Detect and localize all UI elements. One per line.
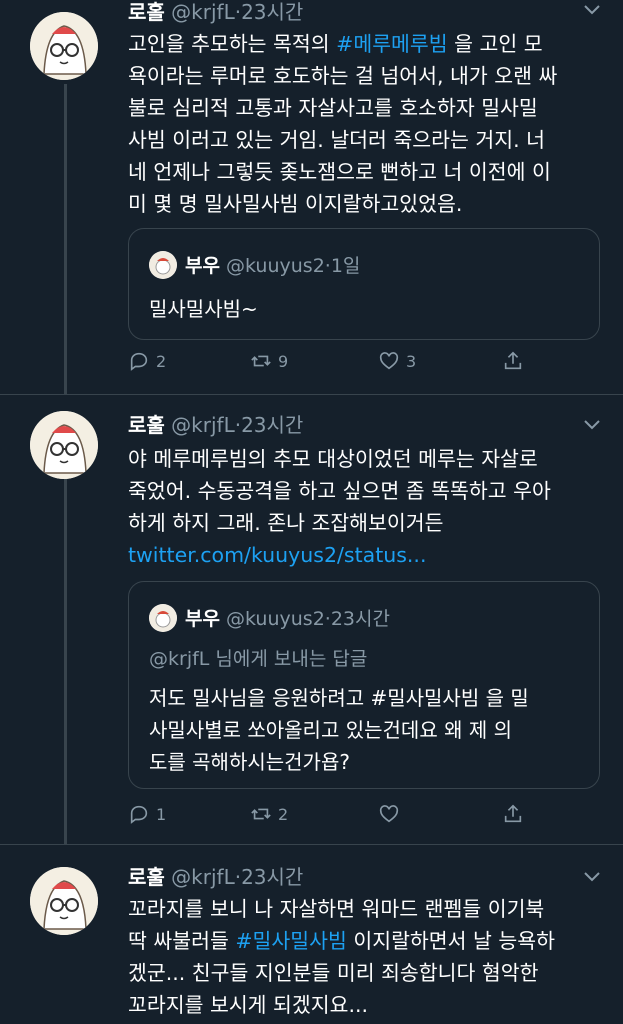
retweet-icon	[251, 808, 271, 820]
share-button[interactable]	[502, 350, 530, 372]
hashtag-link[interactable]: #밀사밀사빔	[235, 929, 346, 953]
display-name[interactable]: 로훌	[128, 865, 165, 889]
display-name[interactable]: 로홀	[128, 0, 165, 24]
like-button[interactable]: 3	[378, 350, 416, 372]
user-handle[interactable]: @krjfL	[171, 413, 235, 437]
quoted-tweet[interactable]: 부우 @kuuyus2·1일 밀사밀사빔~	[128, 228, 600, 340]
user-handle[interactable]: @krjfL	[171, 0, 235, 24]
text-segment: 고인을 추모하는 목적의	[128, 32, 337, 56]
quote-text: 밀사밀사빔~	[149, 297, 258, 321]
quote-header: 부우 @kuuyus2·1일	[185, 251, 360, 278]
like-button[interactable]	[378, 803, 406, 825]
user-handle[interactable]: @krjfL	[171, 865, 235, 889]
chevron-down-icon[interactable]	[583, 0, 601, 21]
timestamp: 1일	[330, 255, 361, 277]
display-name[interactable]: 로훌	[128, 413, 165, 437]
avatar[interactable]	[30, 12, 98, 80]
retweet-button[interactable]: 9	[250, 350, 288, 372]
display-name: 부우	[185, 608, 220, 630]
tweet-text: 야 메루메루빔의 추모 대상이었던 메루는 자살로 죽었어. 수동공격을 하고 …	[128, 443, 598, 571]
text-segment: 야 메루메루빔의 추모 대상이었던 메루는 자살로 죽었어. 수동공격을 하고 …	[128, 447, 551, 535]
retweet-button[interactable]: 2	[250, 803, 288, 825]
avatar	[149, 251, 177, 279]
like-count: 3	[406, 351, 417, 371]
share-button[interactable]	[502, 803, 530, 825]
tweet-actions: 2 9 3	[128, 350, 548, 380]
thread-line	[64, 84, 67, 395]
tweet-link[interactable]: twitter.com/kuuyus2/status...	[128, 543, 426, 567]
timestamp[interactable]: 23시간	[241, 413, 303, 437]
user-handle: @kuuyus2	[226, 255, 325, 277]
chevron-down-icon[interactable]	[583, 415, 601, 436]
reply-button[interactable]: 1	[128, 803, 166, 825]
text-segment: 을 고인 모 욕이라는 루머로 호도하는 걸 넘어서, 내가 오랜 싸 불로 심…	[128, 32, 558, 216]
retweet-icon	[251, 355, 271, 367]
hashtag-link[interactable]: #메루메루빔	[336, 32, 447, 56]
avatar[interactable]	[30, 867, 98, 935]
share-icon	[504, 351, 522, 370]
chevron-down-icon[interactable]	[583, 867, 601, 888]
tweet-1[interactable]: 로홀 @krjfL·23시간 고인을 추모하는 목적의 #메루메루빔 을 고인 …	[0, 0, 623, 395]
timestamp: 23시간	[330, 608, 390, 630]
reply-to-label: @krjfL 님에게 보내는 답글	[149, 648, 368, 670]
thread-line	[64, 479, 67, 845]
tweet-2[interactable]: 로훌 @krjfL·23시간 야 메루메루빔의 추모 대상이었던 메루는 자살로…	[0, 395, 623, 845]
tweet-header: 로훌 @krjfL·23시간	[128, 861, 303, 890]
tweet-header: 로훌 @krjfL·23시간	[128, 409, 303, 438]
tweet-3[interactable]: 로훌 @krjfL·23시간 꼬라지를 보니 나 자살하면 워마드 랜펨들 이기…	[0, 845, 623, 1024]
quote-text: 저도 밀사님을 응원하려고 #밀사밀사빔 을 밀 사밀사별로 쏘아올리고 있는건…	[149, 686, 529, 774]
quote-header: 부우 @kuuyus2·23시간	[185, 604, 390, 631]
timestamp[interactable]: 23시간	[241, 0, 303, 24]
tweet-text: 고인을 추모하는 목적의 #메루메루빔 을 고인 모 욕이라는 루머로 호도하는…	[128, 28, 598, 220]
user-handle: @kuuyus2	[226, 608, 325, 630]
share-icon	[504, 804, 522, 823]
tweet-text: 꼬라지를 보니 나 자살하면 워마드 랜펨들 이기북 딱 싸불러들 #밀사밀사빔…	[128, 893, 598, 1021]
tweet-actions: 1 2	[128, 803, 548, 833]
reply-count: 1	[156, 804, 167, 824]
quoted-tweet[interactable]: 부우 @kuuyus2·23시간 @krjfL 님에게 보내는 답글 저도 밀사…	[128, 581, 600, 789]
reply-button[interactable]: 2	[128, 350, 166, 372]
reply-icon	[130, 352, 148, 371]
reply-icon	[130, 805, 148, 824]
display-name: 부우	[185, 255, 220, 277]
avatar	[149, 604, 177, 632]
timestamp[interactable]: 23시간	[241, 865, 303, 889]
tweet-header: 로홀 @krjfL·23시간	[128, 0, 303, 25]
heart-icon	[379, 805, 399, 823]
retweet-count: 2	[278, 804, 289, 824]
avatar[interactable]	[30, 411, 98, 479]
reply-count: 2	[156, 351, 167, 371]
retweet-count: 9	[278, 351, 289, 371]
heart-icon	[379, 352, 399, 370]
